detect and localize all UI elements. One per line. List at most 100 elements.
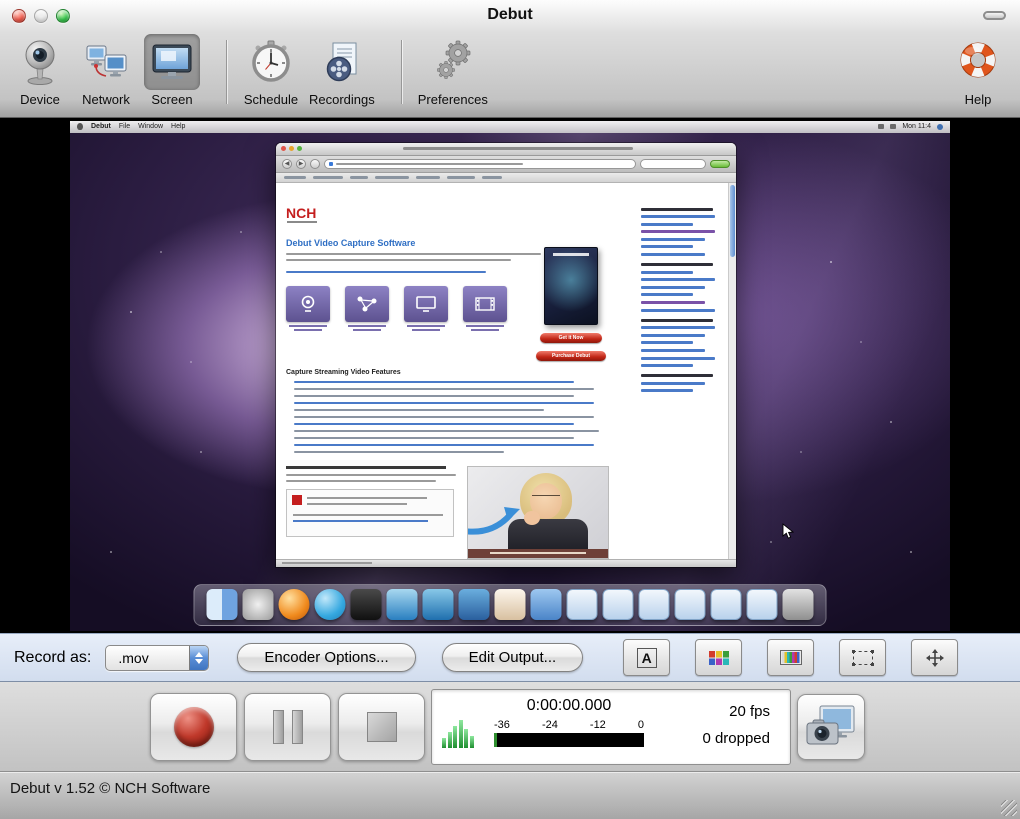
main-toolbar: Device (0, 30, 1020, 118)
toolbar-separator (226, 40, 227, 104)
color-grid-icon (709, 651, 729, 665)
sidebar-link-placeholder (641, 208, 713, 211)
dock-icon (207, 589, 238, 620)
dock-icon (423, 589, 454, 620)
titlebar[interactable]: Debut (0, 0, 1020, 30)
text-placeholder (286, 480, 436, 483)
toolbar-label-schedule: Schedule (244, 92, 298, 107)
status-bar: Debut v 1.52 © NCH Software (0, 772, 1020, 819)
toolbar-separator (401, 40, 402, 104)
resize-grip[interactable] (1001, 800, 1017, 816)
video-settings-button[interactable] (767, 639, 814, 676)
stop-button[interactable] (338, 693, 425, 761)
recording-timer: 0:00:00.000 (494, 697, 644, 715)
transport-bar: 0:00:00.000 -36 -24 -12 0 20 fps 0 dropp… (0, 682, 1020, 772)
dock-icon (279, 589, 310, 620)
browser-zoom-dot (297, 146, 302, 151)
encoder-options-button[interactable]: Encoder Options... (237, 643, 415, 672)
sidebar-link-placeholder (641, 253, 705, 256)
text-placeholder (286, 259, 511, 262)
dock-icon (387, 589, 418, 620)
snapshot-button[interactable] (797, 694, 865, 760)
edit-output-button[interactable]: Edit Output... (442, 643, 584, 672)
fps-readout: 20 fps (729, 703, 770, 720)
toolbar-item-recordings[interactable]: Recordings (309, 34, 375, 107)
camera-icon (805, 704, 857, 750)
webcam-icon (12, 34, 68, 90)
captured-menu-file: File (119, 123, 130, 130)
dock-icon (747, 589, 778, 620)
captured-desktop: Debut File Window Help Mon 11:4 (70, 121, 950, 631)
dock-icon (783, 589, 814, 620)
text-placeholder (286, 474, 456, 477)
window-title: Debut (0, 6, 1020, 24)
toolbar-item-screen[interactable]: Screen (144, 34, 200, 107)
favicon (329, 162, 333, 166)
toolbar-item-device[interactable]: Device (12, 34, 68, 107)
bullet-placeholder (294, 402, 594, 405)
webpage-content: NCH Debut Video Capture Software (276, 183, 736, 559)
browser-close-dot (281, 146, 286, 151)
dropdown-stepper-icon (189, 646, 208, 670)
browser-status-bar (276, 559, 736, 567)
overlay-tool-buttons: A (623, 639, 958, 676)
toolbar-item-preferences[interactable]: Preferences (418, 34, 488, 107)
toolbar-label-help: Help (965, 92, 992, 107)
screen-icon (144, 34, 200, 90)
pause-button[interactable] (244, 693, 331, 761)
bullet-placeholder (294, 409, 544, 412)
search-field (640, 159, 706, 169)
version-text: Debut v 1.52 © NCH Software (10, 780, 210, 797)
bullet-placeholder (294, 437, 574, 440)
captured-menu-window: Window (138, 123, 163, 130)
browser-scrollbar (728, 183, 736, 559)
letter-a-icon: A (637, 648, 657, 668)
level-meter-icon (442, 718, 474, 748)
record-icon (174, 707, 214, 747)
feature-tile-screen (404, 286, 448, 331)
bookmark-placeholder (416, 176, 440, 179)
bookmark-placeholder (482, 176, 502, 179)
color-settings-button[interactable] (695, 639, 742, 676)
toolbar-item-network[interactable]: Network (78, 34, 134, 107)
toolbar-item-schedule[interactable]: Schedule (243, 34, 299, 107)
format-dropdown[interactable]: .mov (105, 645, 209, 671)
record-button[interactable] (150, 693, 237, 761)
feature-tiles (286, 286, 507, 331)
selection-rect-icon (853, 651, 873, 665)
captured-dock (194, 584, 827, 626)
mouse-cursor (782, 523, 794, 540)
select-region-button[interactable] (839, 639, 886, 676)
record-as-bar: Record as: .mov Encoder Options... Edit … (0, 633, 1020, 682)
text-caption-button[interactable]: A (623, 639, 670, 676)
dock-icon (459, 589, 490, 620)
sidebar-link-placeholder (641, 349, 705, 352)
features-heading: Capture Streaming Video Features (286, 369, 401, 376)
bullet-placeholder (294, 451, 504, 454)
sidebar-links (641, 201, 721, 397)
bullet-placeholder (294, 381, 574, 384)
spotlight-icon (937, 124, 943, 130)
section-heading-placeholder (286, 466, 446, 469)
sidebar-link-placeholder (641, 263, 713, 266)
sidebar-link-placeholder (641, 382, 705, 385)
sidebar-link-placeholder (641, 364, 693, 367)
toolbar-toggle-widget[interactable] (983, 11, 1006, 20)
nav-badge (710, 160, 730, 168)
menubar-status-icon (878, 124, 884, 129)
move-region-button[interactable] (911, 639, 958, 676)
blue-arrow-graphic (468, 497, 532, 537)
bullet-placeholder (294, 395, 574, 398)
sidebar-link-placeholder (641, 230, 715, 233)
feature-tile-webcam (286, 286, 330, 331)
sidebar-link-placeholder (641, 278, 715, 281)
dock-icon (531, 589, 562, 620)
sidebar-link-placeholder (641, 223, 693, 226)
window-chrome: Debut De (0, 0, 1020, 118)
audio-level-bar (494, 733, 644, 747)
sidebar-link-placeholder (641, 389, 693, 392)
sidebar-link-placeholder (641, 334, 705, 337)
bookmark-placeholder (447, 176, 475, 179)
toolbar-item-help[interactable]: Help (950, 34, 1006, 107)
toolbar-label-screen: Screen (151, 92, 192, 107)
